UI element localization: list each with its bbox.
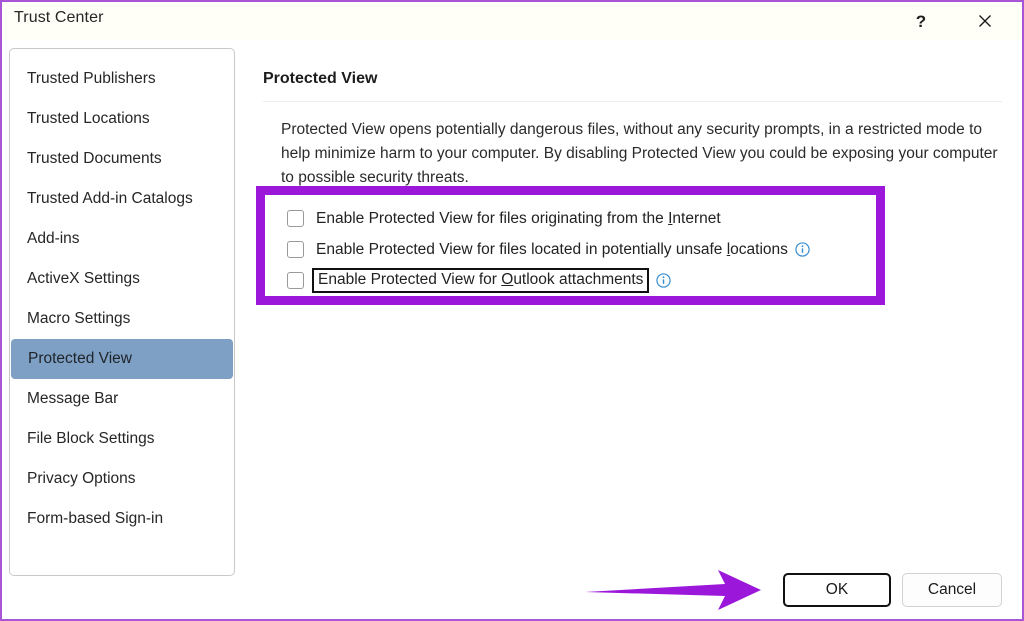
sidebar-item-privacy-options[interactable]: Privacy Options <box>10 459 234 499</box>
category-sidebar: Trusted Publishers Trusted Locations Tru… <box>9 48 235 576</box>
title-bar: Trust Center ? <box>2 2 1022 40</box>
question-mark-help-icon: ? <box>915 11 927 31</box>
protected-view-options-group: Enable Protected View for files originat… <box>265 195 876 296</box>
close-x-icon <box>979 15 991 27</box>
sidebar-item-label: Macro Settings <box>27 310 131 327</box>
option-row-internet[interactable]: Enable Protected View for files originat… <box>287 203 876 234</box>
protected-view-description: Protected View opens potentially dangero… <box>281 121 998 186</box>
sidebar-item-label: File Block Settings <box>27 430 155 447</box>
sidebar-item-label: Trusted Locations <box>27 110 150 127</box>
arrow-right-annotation-icon <box>585 570 761 610</box>
highlight-annotation-box: Enable Protected View for files originat… <box>256 186 885 305</box>
checkbox-label-unsafe-locations[interactable]: Enable Protected View for files located … <box>316 241 788 259</box>
page-title: Protected View <box>263 70 378 87</box>
sidebar-item-activex-settings[interactable]: ActiveX Settings <box>10 259 234 299</box>
cancel-button[interactable]: Cancel <box>902 573 1002 607</box>
sidebar-item-add-ins[interactable]: Add-ins <box>10 219 234 259</box>
sidebar-item-form-based-sign-in[interactable]: Form-based Sign-in <box>10 499 234 539</box>
checkbox-enable-protected-view-outlook-attachments[interactable] <box>287 272 304 289</box>
accelerator-key: O <box>501 271 514 288</box>
sidebar-item-label: Message Bar <box>27 390 119 407</box>
sidebar-item-trusted-locations[interactable]: Trusted Locations <box>10 99 234 139</box>
sidebar-item-label: Protected View <box>28 350 132 367</box>
sidebar-item-trusted-documents[interactable]: Trusted Documents <box>10 139 234 179</box>
sidebar-item-file-block-settings[interactable]: File Block Settings <box>10 419 234 459</box>
sidebar-item-label: Trusted Publishers <box>27 70 156 87</box>
label-text-after: nternet <box>672 209 721 227</box>
sidebar-item-message-bar[interactable]: Message Bar <box>10 379 234 419</box>
sidebar-item-trusted-publishers[interactable]: Trusted Publishers <box>10 59 234 99</box>
sidebar-item-macro-settings[interactable]: Macro Settings <box>10 299 234 339</box>
information-circle-icon[interactable] <box>656 273 672 288</box>
sidebar-item-label: Privacy Options <box>27 470 136 487</box>
label-text-after: utlook attachments <box>513 271 644 288</box>
checkbox-label-internet[interactable]: Enable Protected View for files originat… <box>316 210 721 228</box>
header-divider <box>263 101 1002 102</box>
trust-center-dialog: Trust Center ? Trusted Publishers Truste… <box>0 0 1024 621</box>
sidebar-item-protected-view[interactable]: Protected View <box>11 339 233 379</box>
dialog-footer: OK Cancel <box>783 573 1002 607</box>
sidebar-item-label: Trusted Documents <box>27 150 162 167</box>
ok-button[interactable]: OK <box>783 573 891 607</box>
label-text-after: ocations <box>730 240 788 258</box>
window-title: Trust Center <box>14 9 104 26</box>
option-row-outlook-attachments[interactable]: Enable Protected View for Outlook attach… <box>287 265 876 296</box>
checkbox-label-outlook-attachments[interactable]: Enable Protected View for Outlook attach… <box>312 268 650 293</box>
checkbox-enable-protected-view-internet[interactable] <box>287 210 304 227</box>
help-button[interactable]: ? <box>898 2 944 40</box>
label-text-before: Enable Protected View for files located … <box>316 240 727 258</box>
sidebar-item-label: Trusted Add-in Catalogs <box>27 190 193 207</box>
sidebar-item-label: Add-ins <box>27 230 80 247</box>
label-text-before: Enable Protected View for files originat… <box>316 209 669 227</box>
sidebar-item-label: ActiveX Settings <box>27 270 140 287</box>
close-button[interactable] <box>962 2 1008 40</box>
sidebar-item-trusted-add-in-catalogs[interactable]: Trusted Add-in Catalogs <box>10 179 234 219</box>
option-row-unsafe-locations[interactable]: Enable Protected View for files located … <box>287 234 876 265</box>
label-text-before: Enable Protected View for <box>318 271 502 288</box>
information-circle-icon[interactable] <box>795 242 810 257</box>
checkbox-enable-protected-view-unsafe-locations[interactable] <box>287 241 304 258</box>
sidebar-item-label: Form-based Sign-in <box>27 510 164 527</box>
